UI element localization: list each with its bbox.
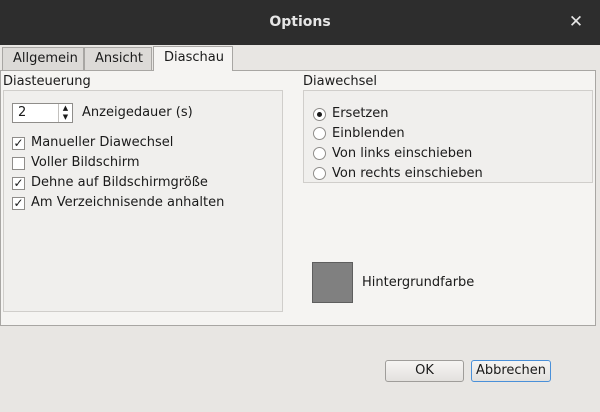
tab-ansicht[interactable]: Ansicht	[84, 47, 152, 70]
label-fade-in: Einblenden	[332, 126, 405, 141]
label-replace: Ersetzen	[332, 106, 389, 121]
checkbox-full-screen[interactable]	[12, 157, 25, 170]
background-color-label: Hintergrundfarbe	[362, 275, 475, 290]
cancel-button[interactable]: Abbrechen	[471, 360, 551, 382]
spin-up-icon[interactable]: ▲	[59, 104, 72, 113]
duration-spinbox[interactable]: 2 ▲ ▼	[12, 103, 73, 123]
spin-down-icon[interactable]: ▼	[59, 113, 72, 122]
label-stop-at-end: Am Verzeichnisende anhalten	[31, 195, 225, 210]
radio-selected-dot	[317, 112, 322, 117]
radio-slide-from-right[interactable]	[313, 167, 326, 180]
label-manual-slide-change: Manueller Diawechsel	[31, 135, 174, 150]
checkbox-manual-slide-change[interactable]: ✓	[12, 137, 25, 150]
radio-slide-from-left[interactable]	[313, 147, 326, 160]
label-slide-from-right: Von rechts einschieben	[332, 166, 483, 181]
duration-label: Anzeigedauer (s)	[82, 105, 193, 120]
ok-button[interactable]: OK	[385, 360, 464, 382]
label-full-screen: Voller Bildschirm	[31, 155, 140, 170]
checkbox-stretch-to-screen[interactable]: ✓	[12, 177, 25, 190]
window-title: Options	[269, 14, 331, 30]
group-title-slideshow-control: Diasteuerung	[3, 74, 91, 89]
spin-buttons: ▲ ▼	[58, 104, 72, 122]
radio-replace[interactable]	[313, 108, 326, 121]
tab-allgemein[interactable]: Allgemein	[2, 47, 84, 70]
duration-value: 2	[18, 105, 27, 120]
background-color-swatch[interactable]	[312, 262, 353, 303]
tab-diaschau[interactable]: Diaschau	[153, 46, 233, 71]
checkbox-stop-at-end[interactable]: ✓	[12, 197, 25, 210]
group-title-transition: Diawechsel	[303, 74, 377, 89]
close-icon[interactable]: ✕	[566, 12, 586, 32]
label-stretch-to-screen: Dehne auf Bildschirmgröße	[31, 175, 208, 190]
title-bar: Options ✕	[0, 0, 600, 45]
label-slide-from-left: Von links einschieben	[332, 146, 473, 161]
radio-fade-in[interactable]	[313, 127, 326, 140]
